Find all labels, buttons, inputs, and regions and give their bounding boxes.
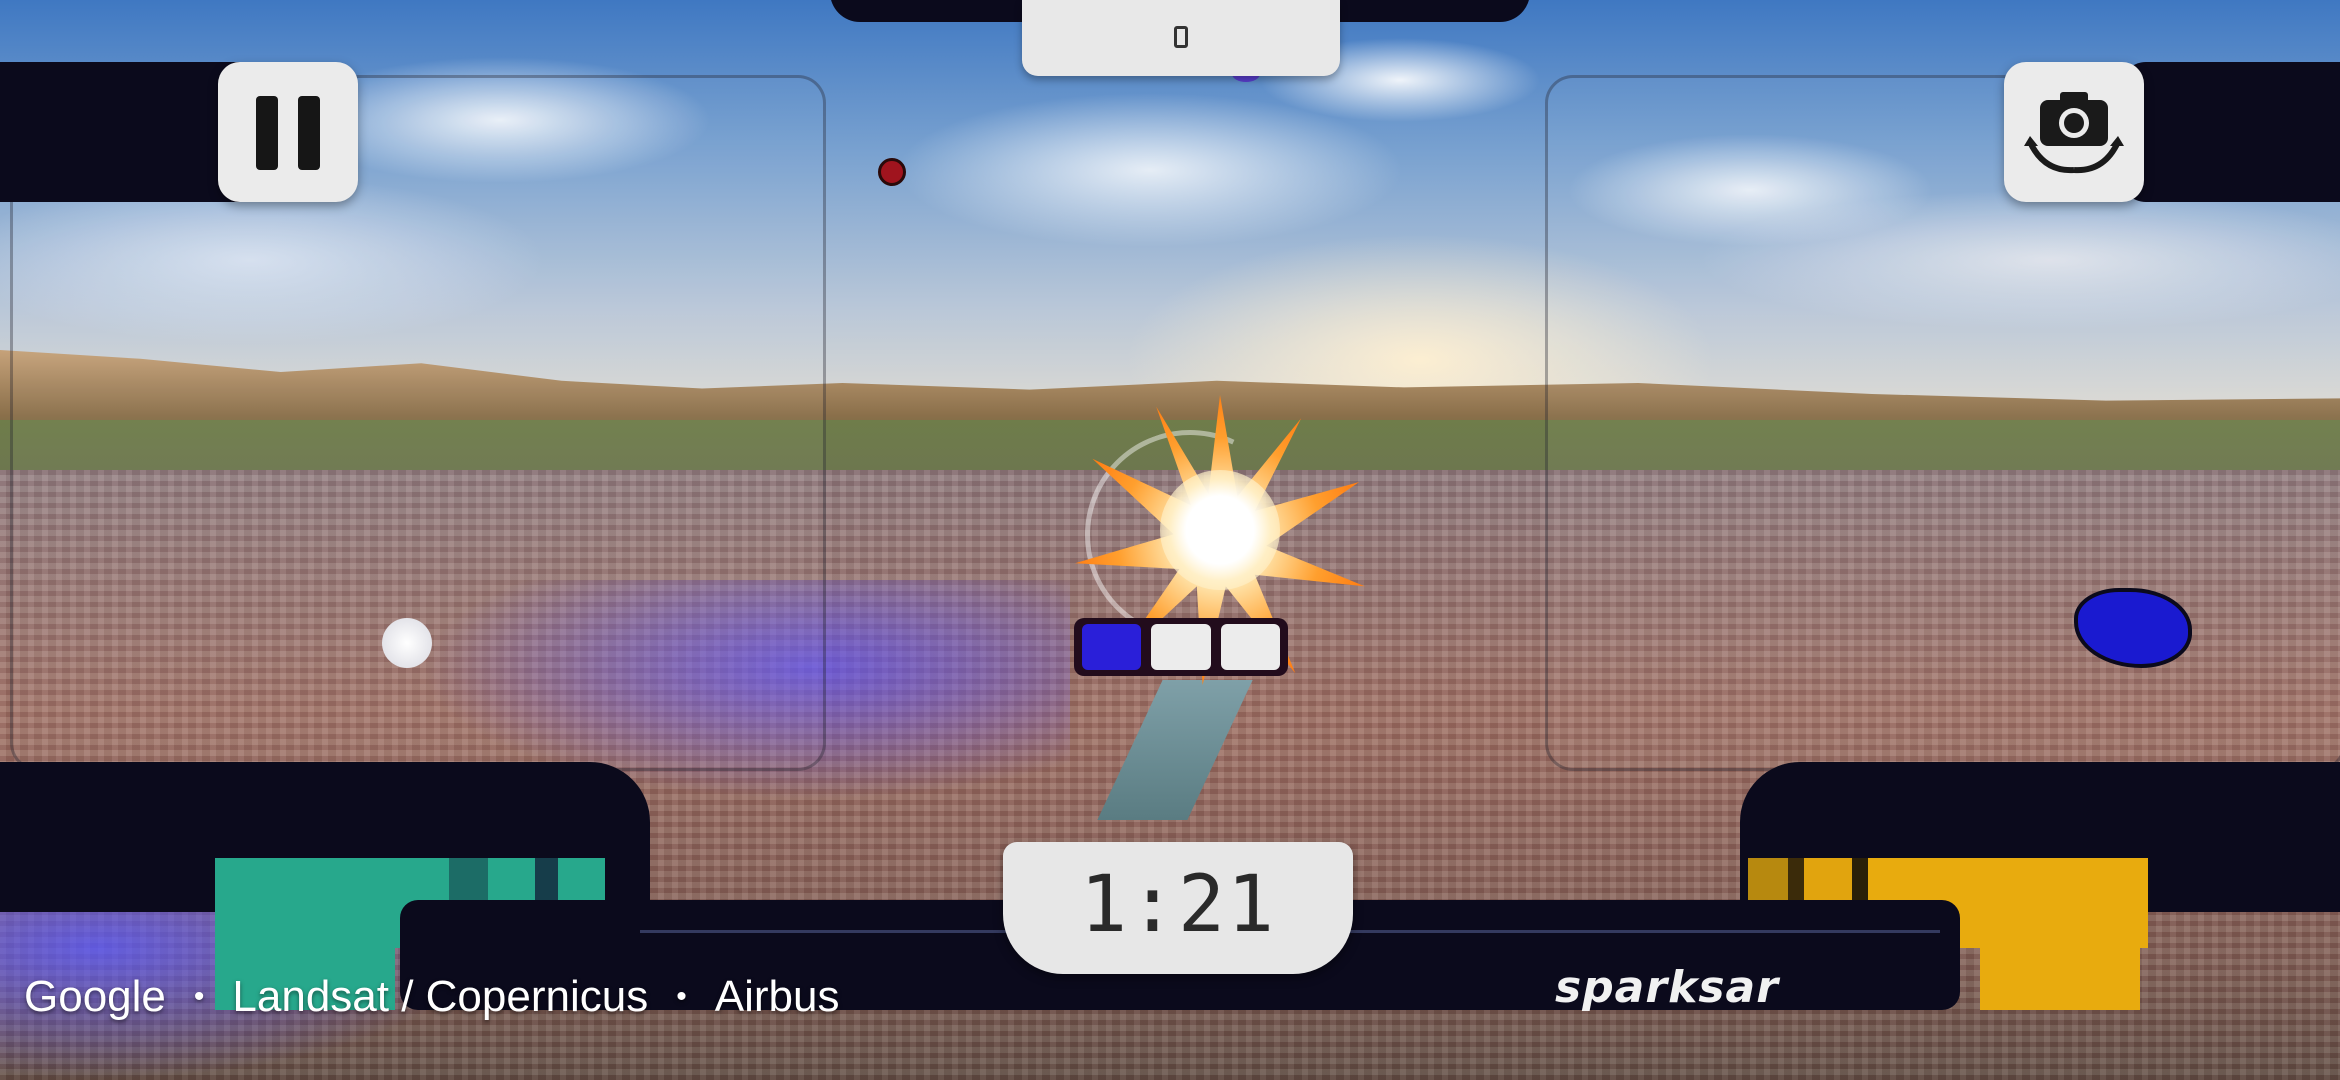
- map-attribution: Google • Landsat / Copernicus • Airbus: [24, 972, 839, 1022]
- attribution-google: Google: [24, 972, 166, 1021]
- red-target[interactable]: [878, 158, 906, 186]
- match-timer: 1:21: [1003, 842, 1353, 974]
- white-orb[interactable]: [382, 618, 432, 668]
- attribution-separator: •: [676, 980, 687, 1013]
- top-right-hud-bar: [2120, 62, 2340, 202]
- attribution-separator: •: [193, 980, 205, 1013]
- pause-icon: [256, 96, 278, 170]
- round-box-1: [1082, 624, 1142, 670]
- phone-icon: [1174, 26, 1188, 48]
- attribution-landsat: Landsat / Copernicus: [232, 972, 649, 1021]
- attribution-airbus: Airbus: [714, 972, 840, 1021]
- switch-camera-button[interactable]: [2004, 62, 2144, 202]
- team-right-score-block: [1980, 930, 2140, 1010]
- top-notch-button[interactable]: [1022, 0, 1340, 76]
- round-box-2: [1151, 624, 1211, 670]
- pause-icon-bar: [298, 96, 320, 170]
- pause-button[interactable]: [218, 62, 358, 202]
- explosion-core: [1160, 470, 1280, 590]
- brand-logo: sparksar: [1555, 962, 1779, 1013]
- round-box-3: [1220, 624, 1280, 670]
- round-progress: [1074, 618, 1288, 676]
- camera-rotate-icon: [2024, 92, 2124, 174]
